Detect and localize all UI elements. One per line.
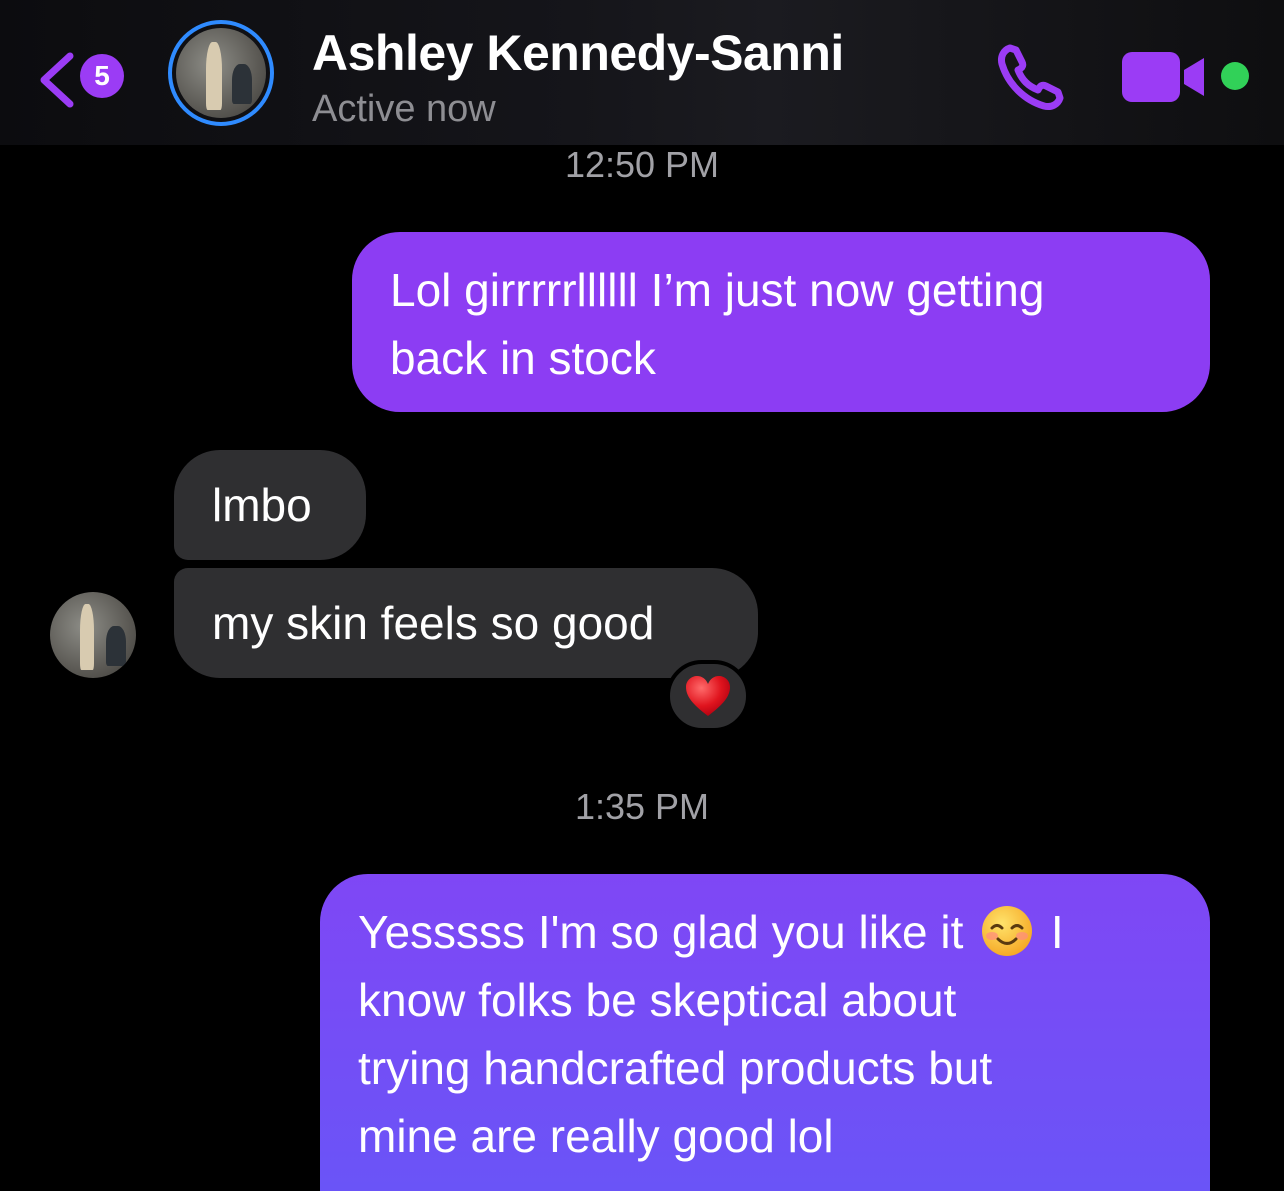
incoming-message[interactable]: my skin feels so good — [174, 568, 758, 678]
video-call-button[interactable] — [1120, 50, 1208, 104]
message-line: trying handcrafted products but — [358, 1042, 993, 1094]
voice-call-button[interactable] — [996, 42, 1066, 112]
outgoing-message[interactable]: Yesssss I'm so glad you like it I know f… — [320, 874, 1210, 1191]
unread-count-badge: 5 — [80, 54, 124, 98]
timestamp: 1:35 PM — [574, 786, 710, 827]
heart-icon — [686, 676, 730, 716]
message-line: back in stock — [390, 332, 656, 384]
online-indicator — [1221, 62, 1249, 90]
message-text: lmbo — [212, 479, 312, 531]
active-status: Active now — [312, 88, 496, 130]
message-line: Yesssss I'm so glad you like it I — [358, 898, 1172, 966]
message-line: know folks be skeptical about — [358, 974, 957, 1026]
sender-avatar[interactable] — [50, 592, 136, 678]
chevron-left-icon — [40, 52, 74, 108]
avatar-image — [50, 592, 136, 678]
message-text: my skin feels so good — [212, 597, 655, 649]
video-camera-icon — [1122, 52, 1204, 102]
smiling-face-icon — [982, 906, 1033, 956]
back-button[interactable]: 5 — [36, 46, 136, 108]
incoming-message[interactable]: lmbo — [174, 450, 366, 560]
reaction-badge[interactable] — [666, 660, 750, 732]
message-line: mine are really good lol — [358, 1110, 834, 1162]
avatar-image — [176, 28, 266, 118]
timestamp: 12:50 PM — [564, 144, 720, 185]
message-text: I — [1050, 906, 1064, 958]
outgoing-message[interactable]: Lol girrrrrllllll I’m just now getting b… — [352, 232, 1210, 412]
message-line: Lol girrrrrllllll I’m just now getting — [390, 264, 1045, 316]
contact-name[interactable]: Ashley Kennedy-Sanni — [312, 24, 844, 82]
conversation-header: 5 Ashley Kennedy-Sanni Active now — [0, 0, 1284, 145]
phone-icon — [998, 44, 1064, 110]
contact-avatar[interactable] — [168, 20, 274, 126]
message-text: Yesssss I'm so glad you like it — [358, 906, 964, 958]
